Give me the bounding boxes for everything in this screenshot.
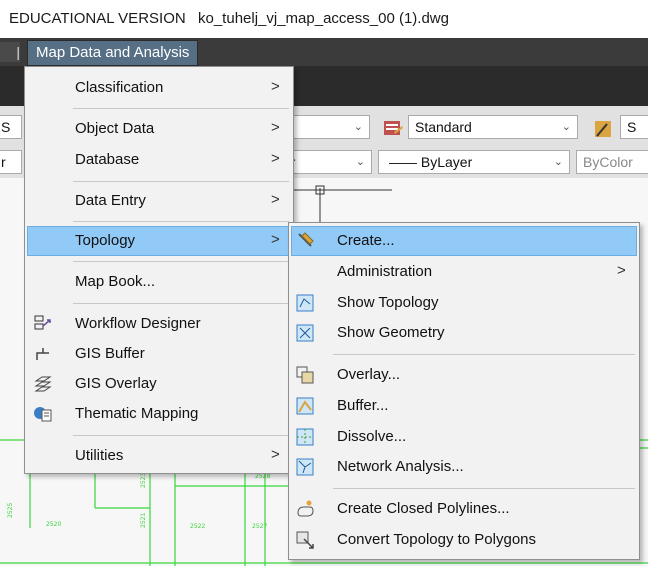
show-geometry-icon — [296, 324, 314, 342]
topology-submenu: Create... Administration > Show Topology… — [288, 222, 640, 560]
submenu-item-buffer[interactable]: Buffer... — [291, 391, 637, 421]
menu-item-workflow-designer[interactable]: Workflow Designer — [27, 309, 291, 339]
parcel-label: 2520 — [46, 521, 61, 528]
parcel-label: 2525 — [7, 503, 14, 518]
closed-polylines-icon — [297, 500, 314, 517]
multileader-style-combo-stub[interactable]: S — [620, 115, 648, 139]
menu-bar: | Map Data and Analysis — [0, 38, 648, 66]
menu-item-database[interactable]: Database > — [27, 145, 291, 175]
multileader-style-icon — [595, 121, 611, 137]
map-data-analysis-menu[interactable]: Map Data and Analysis — [27, 40, 199, 66]
menu-separator — [73, 303, 289, 304]
menu-separator — [73, 221, 289, 222]
submenu-item-network-analysis[interactable]: Network Analysis... — [291, 452, 637, 482]
chevron-right-icon: > — [271, 150, 280, 167]
dissolve-icon — [296, 428, 314, 446]
submenu-item-create-closed-polylines[interactable]: Create Closed Polylines... — [291, 494, 637, 524]
menu-separator — [73, 181, 289, 182]
chevron-down-icon: ⌄ — [561, 121, 571, 133]
menu-item-utilities[interactable]: Utilities > — [27, 441, 291, 471]
menu-separator — [73, 435, 289, 436]
table-style-icon — [384, 121, 403, 135]
parcel-label: 2528 — [255, 473, 270, 480]
buffer-icon — [296, 397, 314, 415]
linetype-combo[interactable]: —— ByLayer ⌄ — [378, 150, 570, 174]
menu-item-gis-buffer[interactable]: GIS Buffer — [27, 339, 291, 369]
chevron-right-icon: > — [271, 191, 280, 208]
gis-overlay-icon — [34, 376, 52, 392]
chevron-down-icon: ⌄ — [355, 156, 365, 168]
chevron-right-icon: > — [617, 262, 626, 279]
submenu-item-convert-topology[interactable]: Convert Topology to Polygons — [291, 525, 637, 555]
submenu-item-administration[interactable]: Administration > — [291, 257, 637, 287]
convert-topology-icon — [296, 531, 314, 549]
menu-separator — [333, 488, 635, 489]
menu-item-thematic-mapping[interactable]: Thematic Mapping — [27, 399, 291, 429]
submenu-item-dissolve[interactable]: Dissolve... — [291, 422, 637, 452]
menu-separator — [73, 261, 289, 262]
chevron-down-icon: ⌄ — [553, 156, 563, 168]
submenu-item-create[interactable]: Create... — [291, 226, 637, 256]
menu-bar-previous-item[interactable]: | — [0, 42, 20, 62]
title-bar: EDUCATIONAL VERSION ko_tuhelj_vj_map_acc… — [0, 0, 648, 38]
overlay-icon — [296, 366, 314, 384]
gis-buffer-icon — [36, 348, 49, 360]
map-data-analysis-dropdown: Classification > Object Data > Database … — [24, 66, 294, 474]
menu-item-data-entry[interactable]: Data Entry > — [27, 186, 291, 216]
file-name: ko_tuhelj_vj_map_access_00 (1).dwg — [198, 10, 449, 27]
table-style-combo[interactable]: Standard ⌄ — [408, 115, 578, 139]
menu-separator — [333, 354, 635, 355]
menu-item-map-book[interactable]: Map Book... — [27, 267, 291, 297]
chevron-right-icon: > — [271, 446, 280, 463]
menu-separator — [73, 108, 289, 109]
chevron-right-icon: > — [271, 119, 280, 136]
network-analysis-icon — [296, 458, 314, 476]
text-style-combo-stub[interactable]: S — [0, 115, 22, 139]
menu-item-object-data[interactable]: Object Data > — [27, 114, 291, 144]
submenu-item-show-topology[interactable]: Show Topology — [291, 288, 637, 318]
show-topology-icon — [296, 294, 314, 312]
parcel-label: 2522 — [190, 523, 205, 530]
create-topology-icon — [298, 232, 314, 247]
dim-style-combo[interactable]: ⌄ — [292, 115, 370, 139]
plot-style-combo[interactable]: ByColor — [576, 150, 648, 174]
parcel-label: 2521 — [140, 513, 147, 528]
parcel-label: 2527 — [252, 523, 267, 530]
menu-item-topology[interactable]: Topology > — [27, 226, 291, 256]
layer-combo-stub[interactable]: r — [0, 150, 22, 174]
menu-item-classification[interactable]: Classification > — [27, 73, 291, 103]
parcel-label: 2523 — [140, 473, 147, 488]
chevron-down-icon: ⌄ — [353, 121, 363, 133]
menu-item-gis-overlay[interactable]: GIS Overlay — [27, 369, 291, 399]
workflow-icon — [34, 315, 51, 330]
thematic-mapping-icon — [34, 407, 52, 422]
chevron-right-icon: > — [271, 78, 280, 95]
edition-label: EDUCATIONAL VERSION — [9, 10, 186, 27]
chevron-right-icon: > — [271, 231, 280, 248]
submenu-item-show-geometry[interactable]: Show Geometry — [291, 318, 637, 348]
submenu-item-overlay[interactable]: Overlay... — [291, 360, 637, 390]
